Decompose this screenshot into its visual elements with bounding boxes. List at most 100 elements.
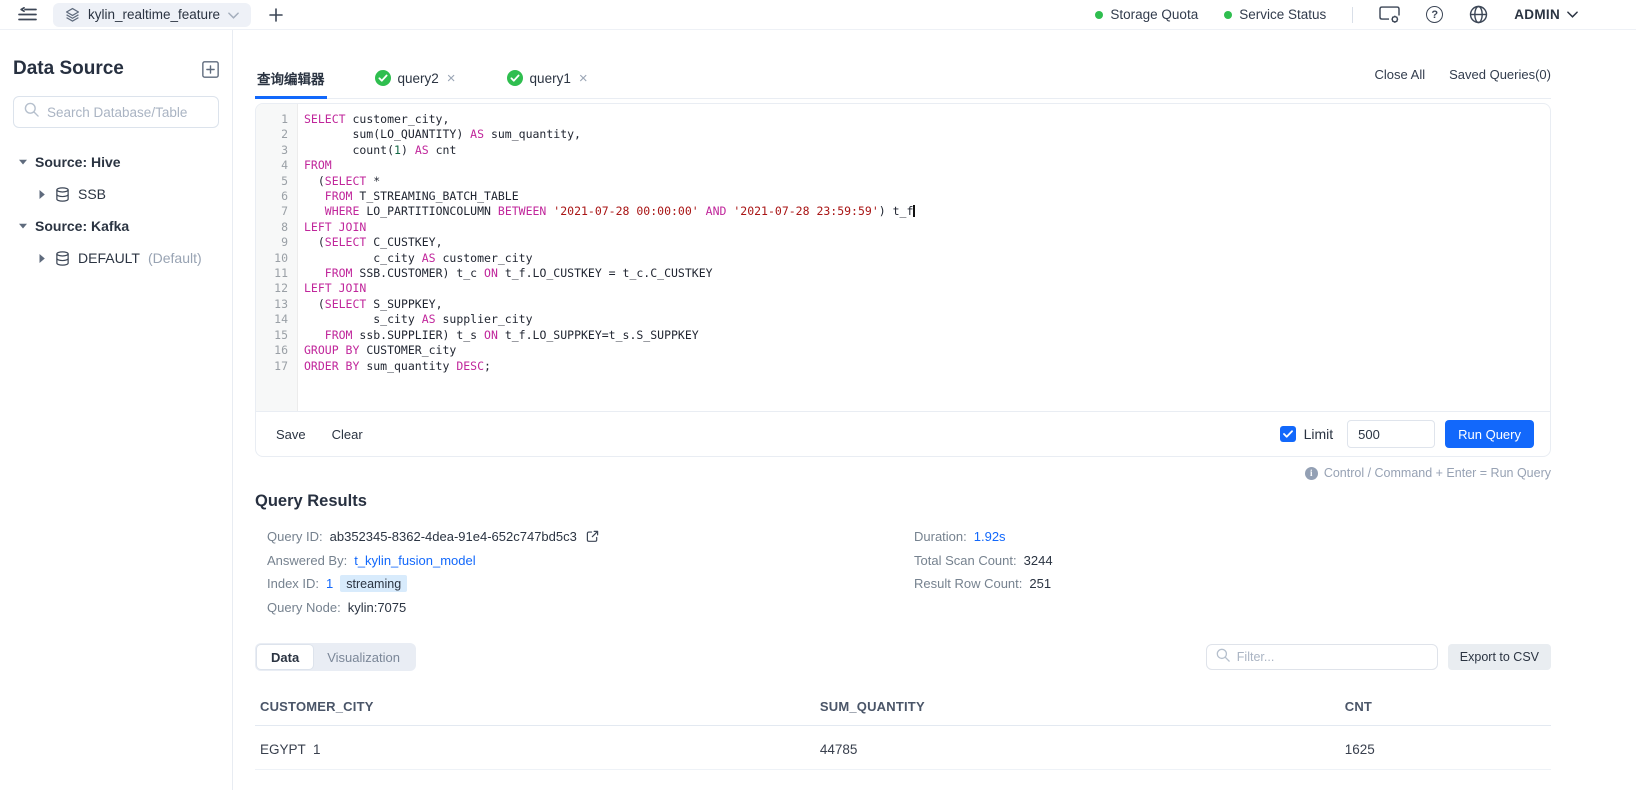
line-number: 14 bbox=[256, 312, 298, 327]
code-text: FROM ssb.SUPPLIER) t_s ON t_f.LO_SUPPKEY… bbox=[298, 328, 699, 343]
code-line: 2 sum(LO_QUANTITY) AS sum_quantity, bbox=[256, 127, 1550, 142]
tab-query1[interactable]: query1× bbox=[505, 57, 591, 99]
help-icon[interactable]: ? bbox=[1426, 6, 1443, 23]
view-tab-data[interactable]: Data bbox=[257, 645, 313, 669]
database-icon bbox=[55, 251, 70, 266]
query-tabs: query2× query1× bbox=[373, 57, 637, 98]
console-monitor-icon[interactable] bbox=[1379, 5, 1400, 24]
meta-row: Query ID:ab352345-8362-4dea-91e4-652c747… bbox=[267, 525, 914, 549]
clear-button[interactable]: Clear bbox=[332, 427, 363, 442]
sql-code-editor[interactable]: 1SELECT customer_city,2 sum(LO_QUANTITY)… bbox=[256, 104, 1550, 411]
sidebar-search[interactable] bbox=[13, 96, 219, 128]
external-link-icon[interactable] bbox=[586, 530, 599, 543]
filter-input[interactable] bbox=[1237, 650, 1428, 664]
sql-editor-panel: 1SELECT customer_city,2 sum(LO_QUANTITY)… bbox=[255, 103, 1551, 457]
tab-query-editor[interactable]: 查询编辑器 bbox=[255, 57, 327, 99]
storage-quota-status[interactable]: Storage Quota bbox=[1095, 7, 1198, 22]
topbar-divider bbox=[1352, 7, 1353, 23]
tree-item-ssb[interactable]: SSB bbox=[13, 178, 219, 210]
tab-query2[interactable]: query2× bbox=[373, 57, 459, 99]
tree-group-label: Source: Kafka bbox=[35, 218, 129, 234]
filter-box[interactable] bbox=[1206, 644, 1438, 670]
user-menu[interactable]: ADMIN bbox=[1514, 7, 1578, 22]
line-number: 2 bbox=[256, 127, 298, 142]
meta-value[interactable]: 1 bbox=[326, 576, 333, 591]
tree-group-1[interactable]: Source: Kafka bbox=[13, 210, 219, 242]
line-number: 4 bbox=[256, 158, 298, 173]
code-text: sum(LO_QUANTITY) AS sum_quantity, bbox=[298, 127, 581, 142]
column-header[interactable]: CNT bbox=[1340, 699, 1551, 726]
meta-row: Query Node:kylin:7075 bbox=[267, 596, 914, 620]
code-text: LEFT JOIN bbox=[298, 220, 366, 235]
tree-item-default[interactable]: DEFAULT (Default) bbox=[13, 242, 219, 274]
results-toolbar: DataVisualization Export to CSV bbox=[255, 643, 1551, 671]
code-text: s_city AS supplier_city bbox=[298, 312, 533, 327]
line-number: 5 bbox=[256, 174, 298, 189]
view-tab-visualization[interactable]: Visualization bbox=[313, 645, 414, 669]
line-number: 3 bbox=[256, 143, 298, 158]
new-tab-icon[interactable] bbox=[269, 8, 283, 22]
code-text: FROM SSB.CUSTOMER) t_c ON t_f.LO_CUSTKEY… bbox=[298, 266, 713, 281]
search-icon bbox=[1216, 648, 1230, 667]
success-check-icon bbox=[507, 70, 523, 86]
tree-item-label: SSB bbox=[78, 186, 106, 202]
code-text: FROM T_STREAMING_BATCH_TABLE bbox=[298, 189, 519, 204]
meta-label: Total Scan Count: bbox=[914, 553, 1017, 568]
chevron-down-icon bbox=[228, 7, 239, 22]
code-line: 12LEFT JOIN bbox=[256, 281, 1550, 296]
caret-right-icon bbox=[39, 190, 45, 199]
project-selector[interactable]: kylin_realtime_feature bbox=[53, 3, 251, 27]
save-button[interactable]: Save bbox=[276, 427, 306, 442]
success-check-icon bbox=[375, 70, 391, 86]
column-header[interactable]: CUSTOMER_CITY bbox=[255, 699, 815, 726]
meta-value[interactable]: t_kylin_fusion_model bbox=[354, 553, 475, 568]
caret-right-icon bbox=[39, 254, 45, 263]
topbar: kylin_realtime_feature Storage Quota Ser… bbox=[0, 0, 1636, 30]
service-status[interactable]: Service Status bbox=[1224, 7, 1326, 22]
line-number: 10 bbox=[256, 251, 298, 266]
datasource-tree: Source: Hive SSB Source: Kafka DEFAULT (Defa… bbox=[13, 146, 219, 274]
meta-value[interactable]: 1.92s bbox=[974, 529, 1006, 544]
saved-queries-button[interactable]: Saved Queries(0) bbox=[1449, 67, 1551, 82]
run-query-button[interactable]: Run Query bbox=[1445, 420, 1534, 448]
line-number: 6 bbox=[256, 189, 298, 204]
limit-input[interactable] bbox=[1347, 420, 1435, 448]
sidebar-search-input[interactable] bbox=[47, 105, 208, 120]
globe-language-icon[interactable] bbox=[1469, 5, 1488, 24]
username: ADMIN bbox=[1514, 7, 1560, 22]
tree-item-label: DEFAULT bbox=[78, 250, 140, 266]
meta-label: Result Row Count: bbox=[914, 576, 1022, 591]
info-icon: i bbox=[1305, 467, 1318, 480]
collapse-sidebar-icon[interactable] bbox=[18, 7, 37, 22]
code-line: 17ORDER BY sum_quantity DESC; bbox=[256, 359, 1550, 374]
meta-row: Result Row Count:251 bbox=[914, 572, 1053, 596]
tree-group-label: Source: Hive bbox=[35, 154, 121, 170]
close-all-button[interactable]: Close All bbox=[1375, 67, 1426, 82]
view-switcher: DataVisualization bbox=[255, 643, 416, 671]
status-dot-green bbox=[1095, 11, 1103, 19]
streaming-badge: streaming bbox=[340, 575, 407, 592]
column-header[interactable]: SUM_QUANTITY bbox=[815, 699, 1340, 726]
main-content: 查询编辑器 query2× query1× Close All Saved Que… bbox=[233, 30, 1636, 790]
code-text: count(1) AS cnt bbox=[298, 143, 456, 158]
database-icon bbox=[55, 187, 70, 202]
tree-group-0[interactable]: Source: Hive bbox=[13, 146, 219, 178]
chevron-down-icon bbox=[1567, 11, 1578, 18]
limit-checkbox[interactable] bbox=[1280, 426, 1296, 442]
table-cell: 1625 bbox=[1340, 726, 1551, 770]
close-tab-icon[interactable]: × bbox=[578, 71, 589, 86]
code-line: 1SELECT customer_city, bbox=[256, 112, 1550, 127]
code-line: 13 (SELECT S_SUPPKEY, bbox=[256, 297, 1550, 312]
layers-icon bbox=[65, 7, 80, 22]
code-text: SELECT customer_city, bbox=[298, 112, 449, 127]
line-number: 13 bbox=[256, 297, 298, 312]
code-line: 11 FROM SSB.CUSTOMER) t_c ON t_f.LO_CUST… bbox=[256, 266, 1550, 281]
close-tab-icon[interactable]: × bbox=[446, 71, 457, 86]
tree-item-suffix: (Default) bbox=[148, 250, 202, 266]
query-tabbar: 查询编辑器 query2× query1× Close All Saved Que… bbox=[255, 57, 1551, 99]
external-link-icon[interactable] bbox=[586, 530, 599, 543]
add-datasource-icon[interactable] bbox=[202, 61, 219, 78]
export-csv-button[interactable]: Export to CSV bbox=[1448, 644, 1551, 670]
code-line: 4FROM bbox=[256, 158, 1550, 173]
code-line: 10 c_city AS customer_city bbox=[256, 251, 1550, 266]
